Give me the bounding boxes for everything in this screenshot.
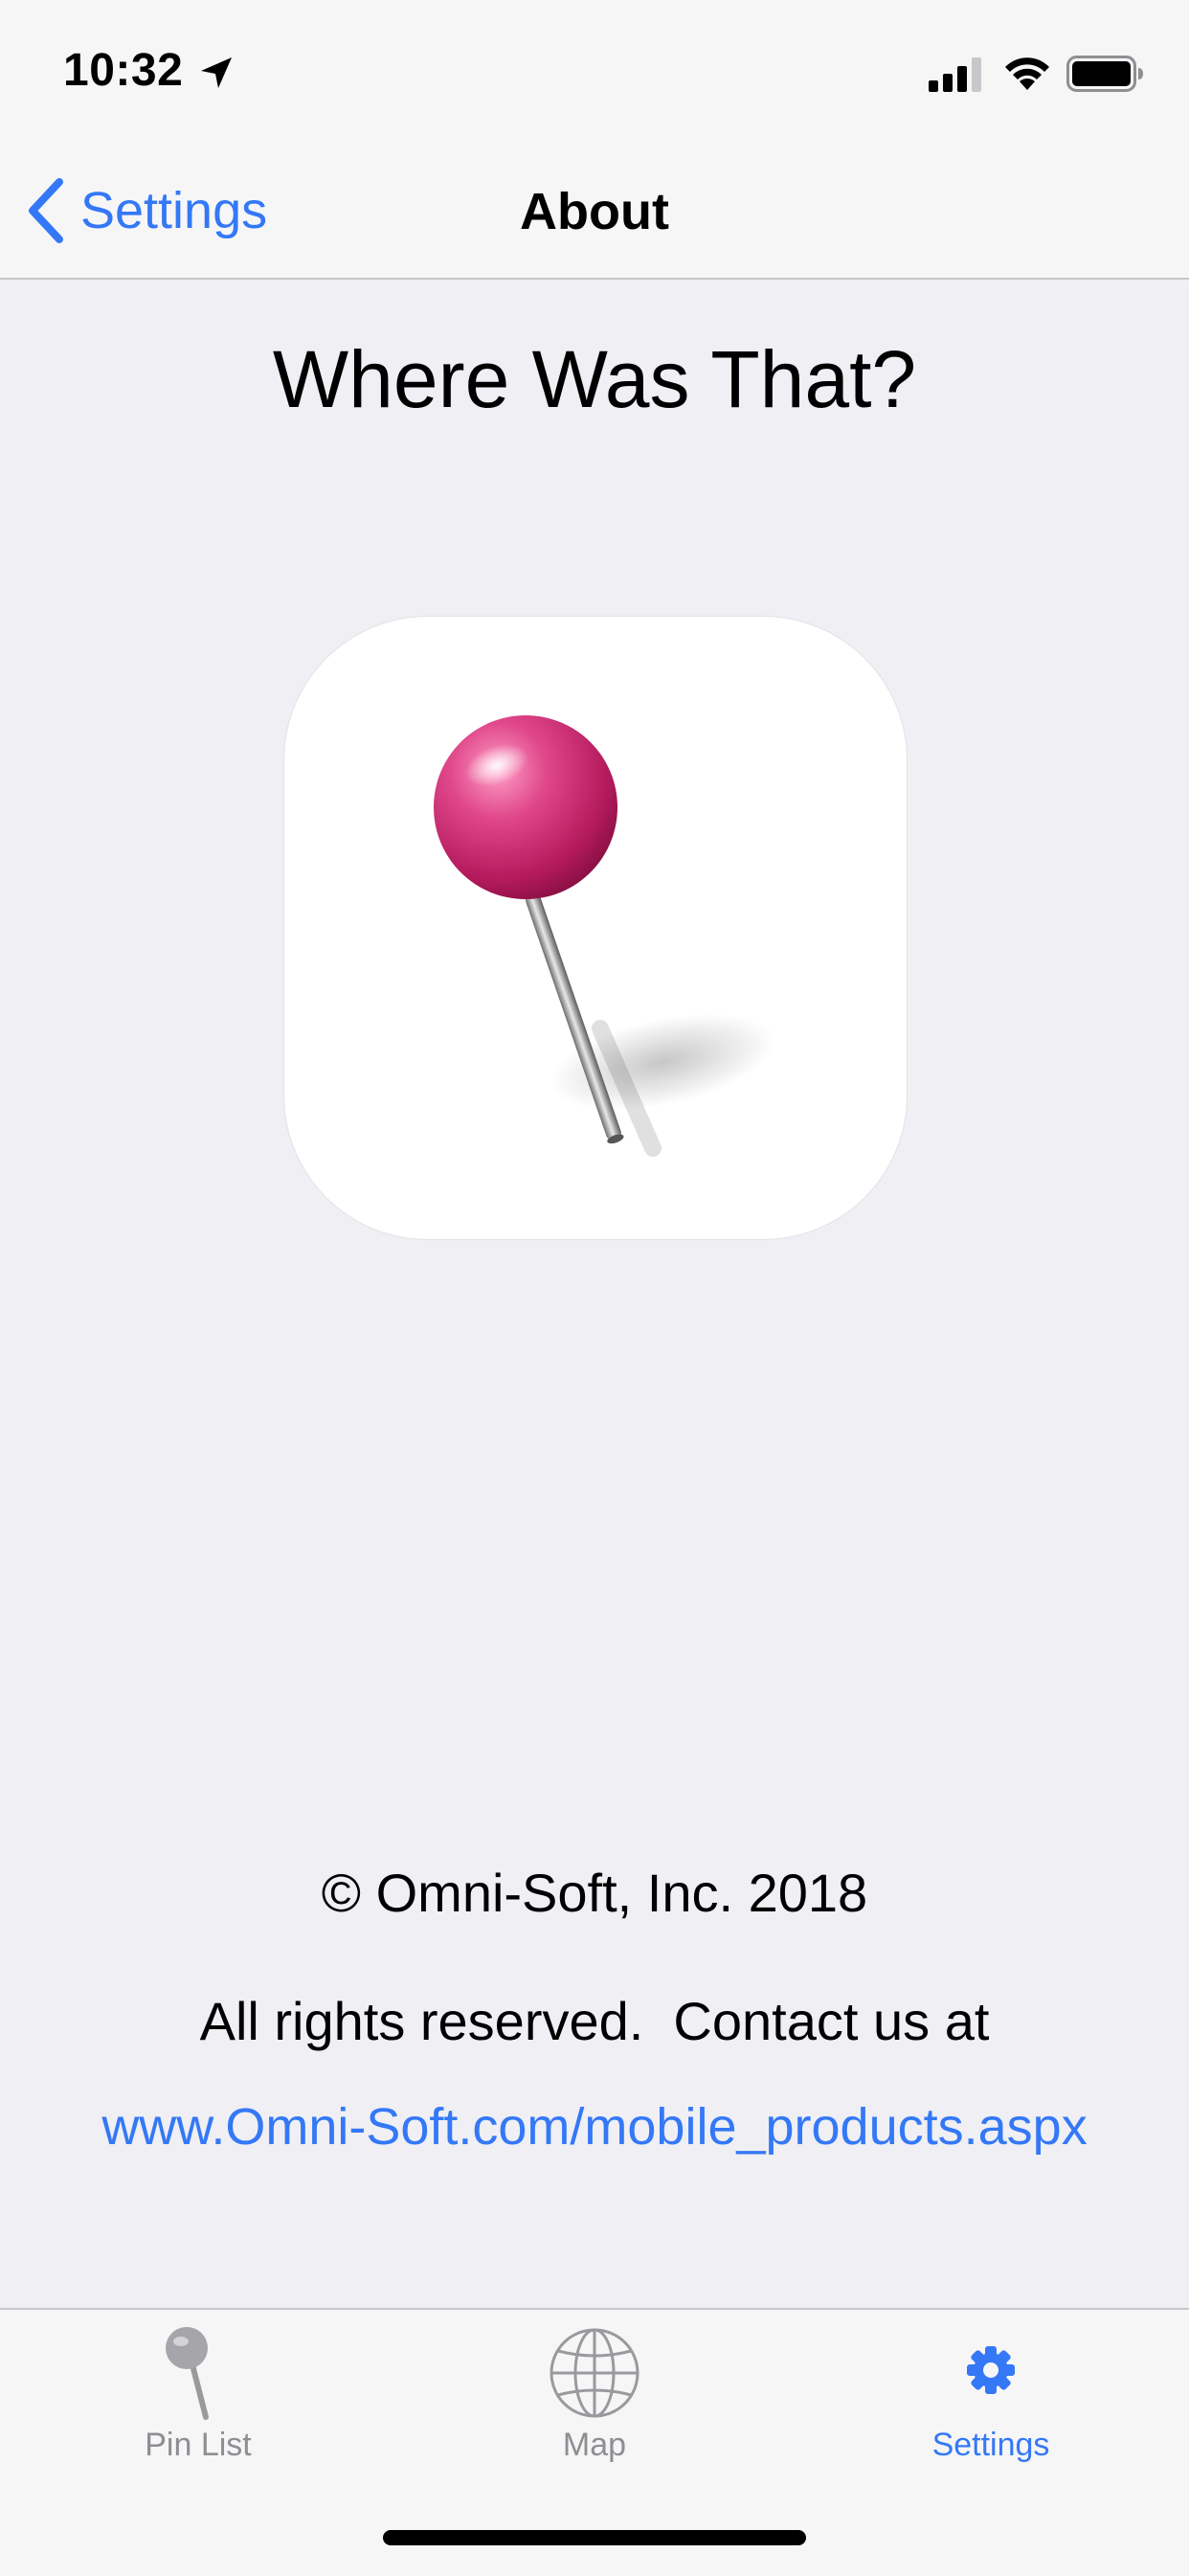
app-name-heading: Where Was That? bbox=[272, 334, 917, 424]
home-indicator[interactable] bbox=[383, 2530, 806, 2545]
tab-label-map: Map bbox=[562, 2427, 627, 2463]
cellular-signal-icon bbox=[929, 57, 981, 92]
wifi-icon bbox=[1005, 57, 1049, 90]
globe-icon bbox=[550, 2328, 639, 2418]
pin-icon bbox=[166, 2327, 209, 2420]
tab-label-pin-list: Pin List bbox=[145, 2427, 252, 2463]
status-bar: 10:32 bbox=[0, 0, 1189, 144]
status-time: 10:32 bbox=[63, 45, 184, 96]
copyright-text: © Omni-Soft, Inc. 2018 bbox=[321, 1863, 868, 1923]
tab-settings[interactable]: Settings bbox=[793, 2310, 1189, 2463]
gear-icon bbox=[967, 2346, 1015, 2394]
pushpin-icon bbox=[434, 715, 775, 1157]
rights-text: All rights reserved. Contact us at bbox=[199, 1991, 990, 2051]
navigation-bar: Settings About bbox=[0, 144, 1189, 280]
battery-icon bbox=[1066, 56, 1143, 92]
tab-pin-list[interactable]: Pin List bbox=[0, 2310, 396, 2463]
tab-label-settings: Settings bbox=[931, 2427, 1050, 2463]
app-icon bbox=[284, 617, 907, 1239]
tab-map[interactable]: Map bbox=[396, 2310, 793, 2463]
location-arrow-icon bbox=[201, 57, 232, 88]
page-title: About bbox=[520, 183, 669, 240]
website-link[interactable]: www.Omni-Soft.com/mobile_products.aspx bbox=[0, 2097, 1189, 2157]
tab-bar: Pin List Map Settings bbox=[0, 2308, 1189, 2576]
